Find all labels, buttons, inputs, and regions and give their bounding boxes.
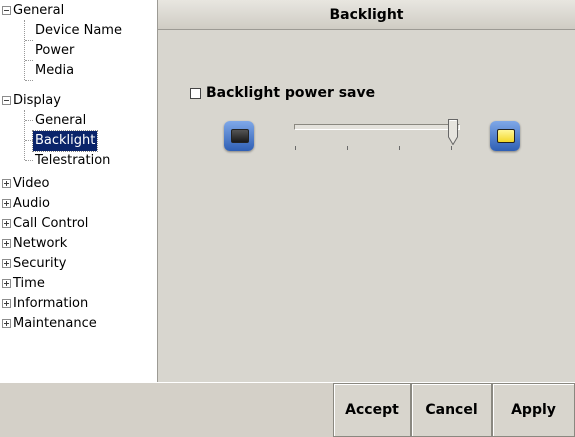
tree-branch: [25, 160, 33, 161]
tree-branch: [25, 140, 33, 141]
expand-icon[interactable]: [2, 279, 11, 288]
tree-branch: [25, 40, 33, 41]
expand-icon[interactable]: [2, 219, 11, 228]
slider-tick: [295, 146, 296, 150]
dim-screen-glyph: [231, 129, 249, 143]
cancel-button[interactable]: Cancel: [411, 383, 492, 437]
tree-item-label: Telestration: [35, 153, 111, 168]
panel-title: Backlight: [158, 0, 575, 30]
tree-item-label: Media: [35, 63, 75, 78]
tree-item-power[interactable]: Power: [33, 41, 76, 61]
tree-item-media[interactable]: Media: [33, 61, 76, 81]
tree-item-label: Information: [13, 296, 89, 311]
expand-icon[interactable]: [2, 199, 11, 208]
tree-item-call-control[interactable]: Call Control: [0, 214, 90, 234]
tree-branch: [25, 60, 33, 61]
slider-tick: [399, 146, 400, 150]
tree-item-label: Call Control: [13, 216, 89, 231]
tree-item-label: Display: [13, 93, 61, 108]
apply-button[interactable]: Apply: [492, 383, 575, 437]
expand-icon[interactable]: [2, 259, 11, 268]
expand-icon[interactable]: [2, 239, 11, 248]
brightness-slider[interactable]: [294, 124, 460, 130]
tree-item-device-name[interactable]: Device Name: [33, 21, 124, 41]
tree-item-label: Security: [13, 256, 67, 271]
tree-item-label: General: [35, 113, 87, 128]
accept-button[interactable]: Accept: [333, 383, 411, 437]
expand-icon[interactable]: [2, 179, 11, 188]
tree-item-label: Audio: [13, 196, 50, 211]
tree-item-label: Maintenance: [13, 316, 97, 331]
brightness-slider-thumb[interactable]: [448, 119, 458, 145]
tree-item-information[interactable]: Information: [0, 294, 90, 314]
tree-item-maintenance[interactable]: Maintenance: [0, 314, 99, 334]
tree-item-display-general[interactable]: General: [33, 111, 88, 131]
tree-item-security[interactable]: Security: [0, 254, 68, 274]
tree-item-label: Time: [13, 276, 45, 291]
tree-item-label: Network: [13, 236, 68, 251]
bright-screen-icon: [490, 121, 520, 151]
tree-guide-general: [24, 20, 25, 80]
tree-branch: [25, 120, 33, 121]
tree-item-display[interactable]: Display: [0, 91, 63, 111]
tree-item-backlight[interactable]: Backlight: [31, 130, 99, 152]
action-bar: Accept Cancel Apply: [0, 382, 575, 437]
dim-screen-icon: [224, 121, 254, 151]
tree-item-audio[interactable]: Audio: [0, 194, 52, 214]
tree-item-video[interactable]: Video: [0, 174, 51, 194]
tree-item-time[interactable]: Time: [0, 274, 47, 294]
collapse-icon[interactable]: [2, 96, 11, 105]
backlight-power-save-label[interactable]: Backlight power save: [206, 82, 375, 104]
expand-icon[interactable]: [2, 319, 11, 328]
tree-branch: [25, 80, 33, 81]
tree-item-general[interactable]: General: [0, 1, 66, 21]
slider-tick: [451, 146, 452, 150]
tree-item-label: Device Name: [35, 23, 122, 38]
tree-item-label: Power: [35, 43, 75, 58]
tree-item-label: Video: [13, 176, 50, 191]
tree-guide-display: [24, 110, 25, 160]
settings-panel: Backlight Backlight power save: [158, 0, 575, 382]
settings-tree: General Device Name Power Media Display …: [0, 0, 158, 382]
tree-item-telestration[interactable]: Telestration: [33, 151, 112, 171]
tree-item-label: General: [13, 3, 65, 18]
backlight-power-save-checkbox[interactable]: [190, 88, 201, 99]
expand-icon[interactable]: [2, 299, 11, 308]
tree-item-label: Backlight: [31, 130, 99, 152]
collapse-icon[interactable]: [2, 6, 11, 15]
slider-tick: [347, 146, 348, 150]
tree-item-network[interactable]: Network: [0, 234, 69, 254]
bright-screen-glyph: [497, 129, 515, 143]
